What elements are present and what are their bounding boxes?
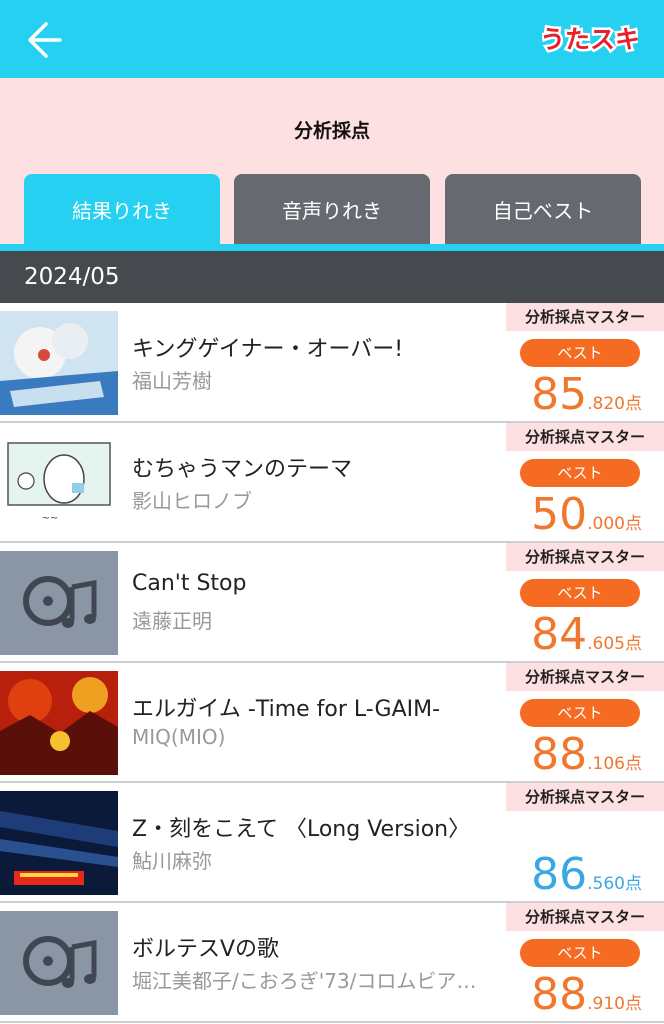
artist-name: 鮎川麻弥 xyxy=(132,849,212,873)
score-decimal: .820 xyxy=(587,394,625,414)
score: 85 .820 点 xyxy=(531,371,642,419)
tab-underline xyxy=(0,244,664,251)
artist-name: 遠藤正明 xyxy=(132,609,212,633)
tab-result-history[interactable]: 結果りれき xyxy=(24,174,220,244)
score-unit: 点 xyxy=(625,514,642,534)
score-unit: 点 xyxy=(625,754,642,774)
score-unit: 点 xyxy=(625,994,642,1014)
album-art-image xyxy=(0,791,118,895)
score: 84 .605 点 xyxy=(531,611,642,659)
svg-text:うたスキ: うたスキ xyxy=(542,25,638,54)
list-item[interactable]: ボルテスVの歌 堀江美都子/こおろぎ'73/コロムビアゆりかご会 分析採点マスタ… xyxy=(0,903,664,1023)
song-title: Z・刻をこえて 〈Long Version〉 xyxy=(132,817,471,842)
score: 50 .000 点 xyxy=(531,491,642,539)
analysis-master-badge: 分析採点マスター xyxy=(506,423,664,451)
list-item[interactable]: キングゲイナー・オーバー! 福山芳樹 分析採点マスター ベスト 85 .820 … xyxy=(0,303,664,423)
page-title: 分析採点 xyxy=(293,120,370,142)
tab-label: 音声りれき xyxy=(282,198,382,223)
artist-name: 堀江美都子/こおろぎ'73/コロムビアゆりかご会 xyxy=(132,969,490,993)
album-art-image xyxy=(0,671,118,775)
album-art-image xyxy=(0,311,118,415)
best-badge: ベスト xyxy=(520,579,640,607)
score-integer: 50 xyxy=(531,489,588,540)
score-integer: 84 xyxy=(531,609,588,660)
list-item[interactable]: エルガイム -Time for L-GAIM- MIQ(MIO) 分析採点マスタ… xyxy=(0,663,664,783)
score-decimal: .910 xyxy=(587,994,625,1014)
album-art-image: ~~ xyxy=(0,431,118,535)
list-item[interactable]: Z・刻をこえて 〈Long Version〉 鮎川麻弥 分析採点マスター 86 … xyxy=(0,783,664,903)
header-area: 分析採点 結果りれき 音声りれき 自己ベスト xyxy=(0,78,664,244)
song-title: エルガイム -Time for L-GAIM- xyxy=(132,697,441,722)
album-art-placeholder-icon xyxy=(0,551,118,655)
result-list: キングゲイナー・オーバー! 福山芳樹 分析採点マスター ベスト 85 .820 … xyxy=(0,303,664,1023)
score: 88 .910 点 xyxy=(531,971,642,1019)
song-title: ボルテスVの歌 xyxy=(132,937,280,962)
tab-label: 自己ベスト xyxy=(492,198,594,223)
analysis-master-badge: 分析採点マスター xyxy=(506,783,664,811)
best-badge: ベスト xyxy=(520,699,640,727)
score-unit: 点 xyxy=(625,394,642,414)
svg-text:~~: ~~ xyxy=(42,513,59,524)
score-decimal: .560 xyxy=(587,874,625,894)
artist-name: MIQ(MIO) xyxy=(132,725,226,749)
analysis-master-badge: 分析採点マスター xyxy=(506,663,664,691)
list-item[interactable]: Can't Stop 遠藤正明 分析採点マスター ベスト 84 .605 点 xyxy=(0,543,664,663)
song-title: むちゃうマンのテーマ xyxy=(132,457,353,482)
score-integer: 86 xyxy=(531,849,588,900)
score: 88 .106 点 xyxy=(531,731,642,779)
score: 86 .560 点 xyxy=(531,851,642,899)
top-bar: うたスキ xyxy=(0,0,664,78)
artist-name: 影山ヒロノブ xyxy=(132,489,252,513)
tab-personal-best[interactable]: 自己ベスト xyxy=(445,174,641,244)
score-decimal: .106 xyxy=(587,754,625,774)
best-badge: ベスト xyxy=(520,939,640,967)
score-integer: 85 xyxy=(531,369,588,420)
score-unit: 点 xyxy=(625,874,642,894)
analysis-master-badge: 分析採点マスター xyxy=(506,543,664,571)
analysis-master-badge: 分析採点マスター xyxy=(506,903,664,931)
score-integer: 88 xyxy=(531,969,588,1020)
best-badge: ベスト xyxy=(520,459,640,487)
tab-label: 結果りれき xyxy=(72,198,172,223)
song-title: キングゲイナー・オーバー! xyxy=(132,337,404,362)
list-item[interactable]: ~~ むちゃうマンのテーマ 影山ヒロノブ 分析採点マスター ベスト 50 .00… xyxy=(0,423,664,543)
score-decimal: .000 xyxy=(587,514,625,534)
analysis-master-badge: 分析採点マスター xyxy=(506,303,664,331)
back-arrow-icon[interactable] xyxy=(22,18,72,62)
score-integer: 88 xyxy=(531,729,588,780)
score-decimal: .605 xyxy=(587,634,625,654)
artist-name: 福山芳樹 xyxy=(132,369,212,393)
song-title: Can't Stop xyxy=(132,571,247,596)
album-art-placeholder-icon xyxy=(0,911,118,1015)
month-header: 2024/05 xyxy=(0,251,664,303)
best-badge: ベスト xyxy=(520,339,640,367)
score-unit: 点 xyxy=(625,634,642,654)
tab-voice-history[interactable]: 音声りれき xyxy=(234,174,430,244)
utasuki-logo: うたスキ xyxy=(537,18,642,58)
